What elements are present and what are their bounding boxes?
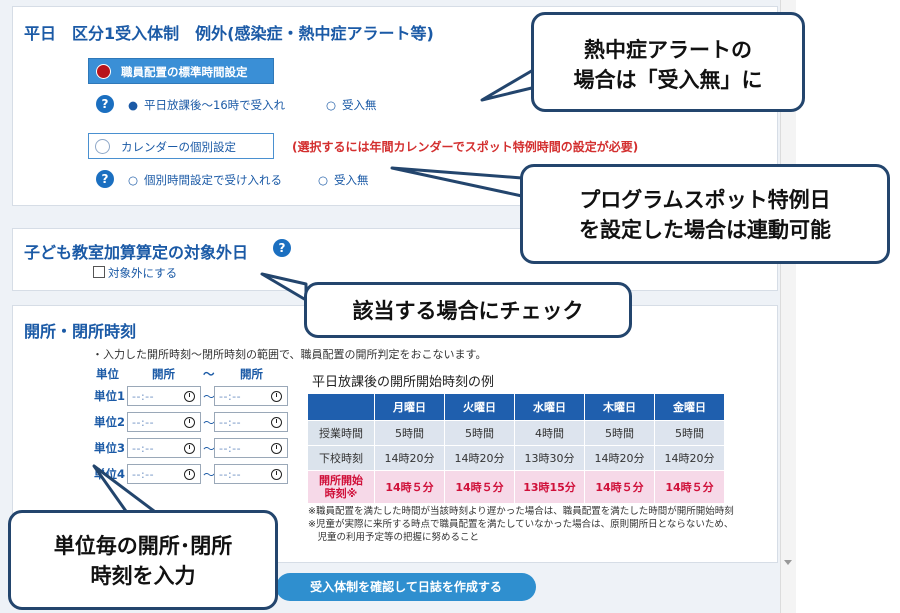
exclusion-title: 子ども教室加算算定の対象外日: [24, 243, 249, 262]
day-header: 月曜日: [374, 393, 445, 421]
table-row: 授業時間 5時間 5時間 4時間 5時間 5時間: [307, 420, 725, 446]
clock-icon: [271, 417, 282, 428]
table-cell: 14時５分: [654, 470, 725, 504]
day-header: 金曜日: [654, 393, 725, 421]
close-time-input[interactable]: --:--: [214, 438, 288, 458]
table-cell: 14時５分: [584, 470, 655, 504]
bullet-empty-icon: ○: [128, 173, 139, 187]
clock-icon: [271, 469, 282, 480]
row-label: 下校時刻: [307, 445, 375, 471]
exception-title: 平日 区分1受入体制 例外(感染症・熱中症アラート等): [24, 24, 434, 43]
table-cell: 5時間: [584, 420, 655, 446]
unit-label: 単位3: [94, 441, 126, 455]
create-journal-button[interactable]: 受入体制を確認して日誌を作成する: [276, 573, 536, 601]
callout-unit-hours: 単位毎の開所･閉所 時刻を入力: [8, 510, 278, 610]
footnote: ※児童が実際に来所する時点で職員配置を満たしていなかった場合は、原則開所日となら…: [308, 519, 734, 530]
bullet-empty-icon: ○: [326, 98, 337, 112]
table-cell: 14時５分: [374, 470, 445, 504]
table-cell: 14時20分: [444, 445, 515, 471]
callout-check: 該当する場合にチェック: [304, 282, 632, 338]
help-icon[interactable]: ?: [96, 170, 114, 188]
exclude-checkbox[interactable]: 対象外にする: [93, 265, 177, 281]
table-cell: 4時間: [514, 420, 585, 446]
table-row: 開所開始 時刻※ 14時５分 14時５分 13時15分 14時５分 14時５分: [307, 470, 725, 504]
unit-header: 単位: [96, 367, 119, 381]
callout-spot-day: プログラムスポット特例日 を設定した場合は連動可能: [520, 164, 890, 264]
open-time-input[interactable]: --:--: [127, 464, 201, 484]
row-label: 開所開始 時刻※: [307, 470, 375, 504]
help-icon[interactable]: ?: [96, 95, 114, 113]
table-cell: 5時間: [654, 420, 725, 446]
standard-time-label: 職員配置の標準時間設定: [121, 65, 248, 79]
table-cell: 5時間: [444, 420, 515, 446]
day-header: 水曜日: [514, 393, 585, 421]
hours-title: 開所・閉所時刻: [24, 322, 137, 341]
calendar-setting-button[interactable]: カレンダーの個別設定: [88, 133, 274, 159]
tilde-header: 〜: [203, 367, 215, 381]
option-individual-time[interactable]: ○ 個別時間設定で受け入れる: [128, 172, 282, 188]
example-title: 平日放課後の開所開始時刻の例: [312, 375, 495, 390]
day-header: 火曜日: [444, 393, 515, 421]
option-weekday-16[interactable]: ● 平日放課後〜16時で受入れ: [128, 97, 285, 113]
clock-icon: [184, 417, 195, 428]
example-table: 月曜日 火曜日 水曜日 木曜日 金曜日 授業時間 5時間 5時間 4時間 5時間…: [307, 393, 725, 504]
close-header: 開所: [240, 367, 263, 381]
calendar-warning: (選択するには年間カレンダーでスポット特例時間の設定が必要): [292, 140, 639, 154]
close-time-input[interactable]: --:--: [214, 464, 288, 484]
table-cell: 13時15分: [514, 470, 585, 504]
option-no-accept-1[interactable]: ○ 受入無: [326, 97, 377, 113]
callout-heat-alert: 熱中症アラートの 場合は「受入無」に: [531, 12, 805, 112]
clock-icon: [271, 391, 282, 402]
clock-icon: [184, 469, 195, 480]
table-cell: 13時30分: [514, 445, 585, 471]
footnote: ※職員配置を満たした時間が当該時刻より遅かった場合は、職員配置を満たした時間が開…: [308, 506, 734, 517]
radio-selected-icon: [96, 64, 111, 79]
standard-time-button[interactable]: 職員配置の標準時間設定: [88, 58, 274, 84]
unit-label: 単位2: [94, 415, 126, 429]
scroll-down-arrow-icon[interactable]: [784, 560, 792, 565]
calendar-setting-label: カレンダーの個別設定: [121, 140, 236, 154]
table-cell: 14時20分: [654, 445, 725, 471]
table-cell: 5時間: [374, 420, 445, 446]
unit-label: 単位1: [94, 389, 126, 403]
footnote: 児童の利用予定等の把握に努めること: [308, 532, 480, 543]
checkbox-icon: [93, 266, 105, 278]
help-icon[interactable]: ?: [273, 239, 291, 257]
close-time-input[interactable]: --:--: [214, 412, 288, 432]
row-label: 授業時間: [307, 420, 375, 446]
table-cell: 14時20分: [584, 445, 655, 471]
bullet-filled-icon: ●: [128, 98, 139, 112]
close-time-input[interactable]: --:--: [214, 386, 288, 406]
clock-icon: [184, 443, 195, 454]
open-time-input[interactable]: --:--: [127, 412, 201, 432]
radio-empty-icon: [95, 139, 110, 154]
option-no-accept-2[interactable]: ○ 受入無: [318, 172, 369, 188]
table-cell: 14時５分: [444, 470, 515, 504]
bullet-empty-icon: ○: [318, 173, 329, 187]
hours-note: ・入力した開所時刻〜閉所時刻の範囲で、職員配置の開所判定をおこないます。: [92, 348, 487, 361]
open-time-input[interactable]: --:--: [127, 438, 201, 458]
clock-icon: [271, 443, 282, 454]
table-cell: 14時20分: [374, 445, 445, 471]
table-corner: [307, 393, 375, 421]
unit-label: 単位4: [94, 467, 126, 481]
open-header: 開所: [152, 367, 175, 381]
day-header: 木曜日: [584, 393, 655, 421]
table-row: 下校時刻 14時20分 14時20分 13時30分 14時20分 14時20分: [307, 445, 725, 471]
open-time-input[interactable]: --:--: [127, 386, 201, 406]
clock-icon: [184, 391, 195, 402]
